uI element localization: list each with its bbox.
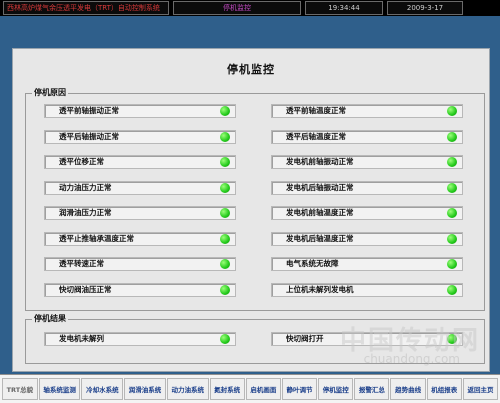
status-lamp-icon xyxy=(447,259,457,269)
status-indicator: 发电机未解列 xyxy=(44,332,236,346)
clock-date: 2009-3-17 xyxy=(387,1,463,15)
status-indicator: 透平转速正常 xyxy=(44,257,236,271)
status-label: 透平止推轴承温度正常 xyxy=(59,233,134,243)
status-lamp-icon xyxy=(447,233,457,244)
status-indicator: 透平后轴振动正常 xyxy=(44,129,236,144)
status-lamp-icon xyxy=(220,233,230,244)
status-indicator: 动力油压力正常 xyxy=(44,180,236,195)
status-indicator: 发电机前轴温度正常 xyxy=(271,206,463,220)
bottom-navigation: TRT总貌 轴系统监测 冷却水系统 润滑油系统 动力油系统 氮封系统 启机画面 静叶调节 停机监… xyxy=(0,374,500,403)
nav-button[interactable]: 机组报表 xyxy=(426,378,462,400)
status-indicator: 发电机后轴振动正常 xyxy=(271,180,463,195)
status-label: 发电机未解列 xyxy=(59,334,104,343)
status-lamp-icon xyxy=(220,157,230,167)
status-lamp-icon xyxy=(220,334,230,344)
status-label: 上位机未解列发电机 xyxy=(286,284,354,294)
status-label: 透平后轴温度正常 xyxy=(286,131,346,141)
status-label: 透平位移正常 xyxy=(59,157,104,166)
status-lamp-icon xyxy=(220,182,230,193)
status-lamp-icon xyxy=(447,157,457,167)
nav-button[interactable]: 轴系统监测 xyxy=(38,378,81,400)
nav-button[interactable]: 停机监控 xyxy=(318,378,354,400)
status-lamp-icon xyxy=(447,106,457,116)
status-label: 快切阀打开 xyxy=(286,334,324,343)
nav-button[interactable]: 冷却水系统 xyxy=(81,378,124,400)
system-name: 西林高炉煤气余压透平发电（TRT）自动控制系统 xyxy=(3,1,169,15)
status-label: 发电机前轴温度正常 xyxy=(286,208,354,217)
status-label: 发电机前轴振动正常 xyxy=(286,157,354,166)
top-status-bar: 西林高炉煤气余压透平发电（TRT）自动控制系统 停机监控 19:34:44 20… xyxy=(0,0,500,16)
status-indicator: 透平止推轴承温度正常 xyxy=(44,231,236,246)
status-indicator: 快切阀油压正常 xyxy=(44,282,236,297)
status-lamp-icon xyxy=(220,106,230,116)
status-indicator: 透平前轴振动正常 xyxy=(44,104,236,118)
status-indicator: 润滑油压力正常 xyxy=(44,206,236,220)
status-lamp-icon xyxy=(447,131,457,142)
nav-button[interactable]: 静叶调节 xyxy=(281,378,318,400)
status-label: 电气系统无故障 xyxy=(286,259,339,268)
status-indicator: 透平前轴温度正常 xyxy=(271,104,463,118)
status-lamp-icon xyxy=(447,208,457,218)
status-label: 透平转速正常 xyxy=(59,259,104,268)
status-lamp-icon xyxy=(220,131,230,142)
status-label: 发电机后轴振动正常 xyxy=(286,182,354,192)
status-lamp-icon xyxy=(447,182,457,193)
panel-title: 停机监控 xyxy=(227,63,275,76)
status-lamp-icon xyxy=(220,284,230,295)
status-indicator: 发电机前轴振动正常 xyxy=(271,155,463,169)
screen-title: 停机监控 xyxy=(173,1,301,15)
nav-button[interactable]: 报警汇总 xyxy=(354,378,390,400)
nav-button[interactable]: 氮封系统 xyxy=(209,378,245,400)
status-indicator: 透平后轴温度正常 xyxy=(271,129,463,144)
status-lamp-icon xyxy=(220,208,230,218)
shutdown-monitor-panel: 停机监控 停机原因 透平前轴振动正常 透平后轴振动正常 透平位移正常 动力油压力正常润… xyxy=(12,48,490,372)
nav-button[interactable]: 润滑油系统 xyxy=(124,378,166,400)
status-indicator: 电气系统无故障 xyxy=(271,257,463,271)
status-label: 透平前轴温度正常 xyxy=(286,106,346,115)
status-label: 透平后轴振动正常 xyxy=(59,131,119,141)
status-label: 快切阀油压正常 xyxy=(59,284,112,294)
clock-time: 19:34:44 xyxy=(305,1,383,15)
status-lamp-icon xyxy=(447,284,457,295)
nav-button[interactable]: 趋势曲线 xyxy=(390,378,426,400)
status-label: 动力油压力正常 xyxy=(59,182,112,192)
status-lamp-icon xyxy=(447,334,457,344)
nav-button[interactable]: TRT总貌 xyxy=(2,378,38,400)
workspace: 停机监控 停机原因 透平前轴振动正常 透平后轴振动正常 透平位移正常 动力油压力正常润… xyxy=(0,16,500,374)
status-label: 润滑油压力正常 xyxy=(59,208,112,217)
status-indicator: 发电机后轴温度正常 xyxy=(271,231,463,246)
status-indicator: 快切阀打开 xyxy=(271,332,463,346)
stop-results-label: 停机结果 xyxy=(32,313,68,324)
status-label: 发电机后轴温度正常 xyxy=(286,233,354,243)
nav-button[interactable]: 启机画面 xyxy=(245,378,281,400)
stop-reasons-group: 停机原因 透平前轴振动正常 透平后轴振动正常 透平位移正常 动力油压力正常 润滑油压力正… xyxy=(25,87,485,311)
nav-button[interactable]: 返回主页 xyxy=(462,378,499,400)
stop-results-group: 停机结果 发电机未解列 快切阀打开 xyxy=(25,313,485,364)
status-indicator: 透平位移正常 xyxy=(44,155,236,169)
nav-button[interactable]: 动力油系统 xyxy=(166,378,209,400)
status-lamp-icon xyxy=(220,259,230,269)
status-label: 透平前轴振动正常 xyxy=(59,106,119,115)
status-indicator: 上位机未解列发电机 xyxy=(271,282,463,297)
stop-reasons-label: 停机原因 xyxy=(32,87,68,98)
